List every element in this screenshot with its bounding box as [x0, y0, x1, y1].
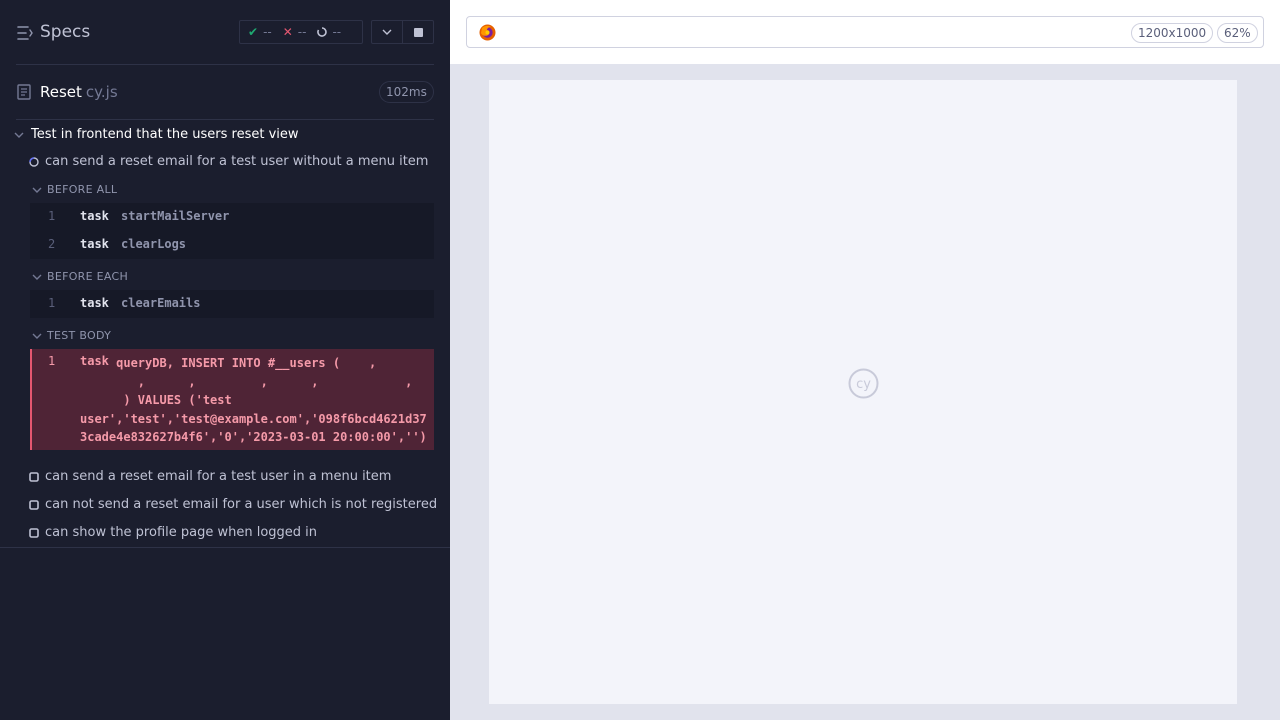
- hook-label: BEFORE EACH: [47, 270, 129, 283]
- command-row[interactable]: 2 task clearLogs: [30, 231, 434, 259]
- x-icon: ✕: [282, 25, 293, 39]
- command-name: task: [80, 237, 109, 251]
- stop-icon: [413, 27, 423, 37]
- test-row-pending[interactable]: can send a reset email for a test user i…: [29, 463, 439, 491]
- test-row-pending[interactable]: can show the profile page when logged in: [29, 519, 439, 547]
- hook-test-body[interactable]: TEST BODY: [30, 324, 434, 348]
- hook-label: BEFORE ALL: [47, 183, 118, 196]
- hook-before-all[interactable]: BEFORE ALL: [30, 178, 434, 202]
- pending-count: --: [332, 25, 342, 39]
- specs-list-icon[interactable]: [17, 24, 33, 42]
- spec-duration-badge: 102ms: [379, 81, 434, 103]
- spec-row: Reset cy.js 102ms: [0, 66, 450, 119]
- before-each-commands: 1 task clearEmails: [30, 290, 434, 318]
- hook-before-each[interactable]: BEFORE EACH: [30, 265, 434, 289]
- command-row[interactable]: 1 task startMailServer: [30, 203, 434, 231]
- aut-iframe[interactable]: cy: [489, 80, 1237, 704]
- pending-stat: --: [317, 25, 341, 39]
- reporter-header: Specs ✔ -- ✕ -- --: [0, 0, 450, 65]
- test-label: can not send a reset email for a user wh…: [45, 497, 438, 512]
- chevron-down-icon: [32, 274, 42, 280]
- test-label: can send a reset email for a test user w…: [45, 154, 429, 169]
- passed-count: --: [263, 25, 272, 39]
- failed-command-row[interactable]: 1 task queryDB, INSERT INTO #__users ( ,…: [30, 349, 434, 450]
- command-name: task: [80, 209, 109, 223]
- reporter-panel: Specs ✔ -- ✕ -- -- Reset cy.js 102ms Tes…: [0, 0, 450, 720]
- firefox-icon[interactable]: [479, 24, 496, 41]
- chevron-down-icon: [382, 29, 392, 35]
- command-number: 1: [48, 354, 56, 368]
- viewport-size-badge[interactable]: 1200x1000: [1131, 23, 1214, 43]
- command-number: 1: [48, 209, 56, 223]
- command-number: 1: [48, 296, 56, 310]
- reporter-bottom-divider: [0, 547, 450, 548]
- failed-count: --: [297, 25, 307, 39]
- hook-label: TEST BODY: [47, 329, 112, 342]
- test-label: can send a reset email for a test user i…: [45, 469, 392, 484]
- test-row-pending[interactable]: can not send a reset email for a user wh…: [29, 491, 439, 519]
- aut-header: 1200x1000 62%: [450, 0, 1280, 64]
- stop-button[interactable]: [402, 20, 434, 44]
- header-divider: [16, 64, 434, 65]
- chevron-down-icon: [14, 132, 24, 138]
- spec-title: Reset cy.js: [40, 83, 118, 101]
- app-under-test-panel: 1200x1000 62% cy: [450, 0, 1280, 720]
- command-row[interactable]: 1 task clearEmails: [30, 290, 434, 318]
- running-spinner-icon: [29, 157, 39, 167]
- pending-square-icon: [29, 528, 39, 538]
- cypress-logo-text: cy: [856, 377, 871, 392]
- url-bar[interactable]: 1200x1000 62%: [466, 16, 1264, 48]
- command-arg: clearLogs: [121, 237, 187, 251]
- command-number: 2: [48, 237, 56, 251]
- chevron-down-icon: [32, 187, 42, 193]
- failed-stat: ✕ --: [283, 25, 307, 39]
- pending-square-icon: [29, 472, 39, 482]
- suite-title: Test in frontend that the users reset vi…: [31, 127, 299, 142]
- specs-label[interactable]: Specs: [40, 22, 90, 42]
- suite-row[interactable]: Test in frontend that the users reset vi…: [0, 120, 450, 148]
- spec-extension: cy.js: [85, 83, 118, 101]
- test-stats: ✔ -- ✕ -- --: [239, 20, 363, 44]
- cypress-logo-icon: cy: [848, 368, 879, 399]
- test-label: can show the profile page when logged in: [45, 525, 318, 540]
- check-icon: ✔: [248, 25, 259, 39]
- command-arg: clearEmails: [121, 296, 201, 310]
- zoom-level-badge[interactable]: 62%: [1217, 23, 1258, 43]
- document-icon: [17, 84, 31, 100]
- command-message: queryDB, INSERT INTO #__users ( , , , , …: [80, 356, 427, 445]
- spec-name: Reset: [40, 83, 82, 101]
- pending-square-icon: [29, 500, 39, 510]
- command-name: task: [80, 296, 109, 310]
- passed-stat: ✔ --: [248, 25, 272, 39]
- command-arg: startMailServer: [121, 209, 230, 223]
- chevron-down-icon: [32, 333, 42, 339]
- pending-circle-icon: [317, 27, 328, 37]
- before-all-commands: 1 task startMailServer 2 task clearLogs: [30, 203, 434, 259]
- collapse-toggle-button[interactable]: [371, 20, 403, 44]
- test-row-running[interactable]: can send a reset email for a test user w…: [29, 148, 439, 176]
